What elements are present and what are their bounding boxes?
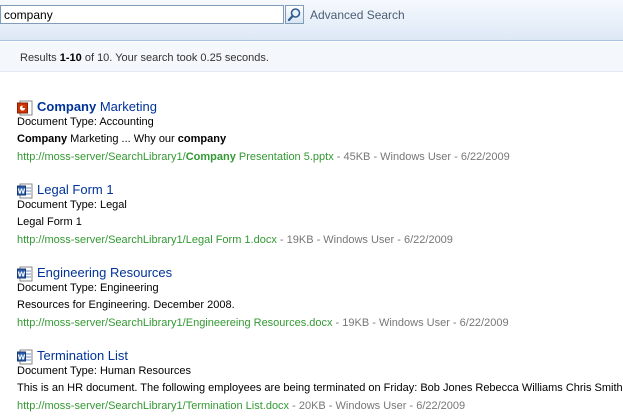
result-snippet: Resources for Engineering. December 2008… xyxy=(17,299,235,311)
result-title-link[interactable]: Legal Form 1 xyxy=(37,182,114,197)
search-result: W Termination List Document Type: Human … xyxy=(17,348,623,412)
result-snippet: Company Marketing ... Why our company xyxy=(17,133,227,145)
search-input[interactable] xyxy=(0,5,284,24)
search-result: Company Marketing Document Type: Account… xyxy=(17,99,617,163)
result-doc-type: Document Type: Human Resources xyxy=(17,365,192,377)
search-toolbar: Advanced Search xyxy=(0,0,623,41)
results-status-bar: Results 1-10 of 10. Your search took 0.2… xyxy=(0,42,623,72)
result-title-link[interactable]: Termination List xyxy=(37,348,128,363)
svg-text:W: W xyxy=(18,271,26,279)
result-doc-type: Document Type: Engineering xyxy=(17,282,159,294)
result-title-link[interactable]: Company Marketing xyxy=(37,99,157,114)
result-url-line: http://moss-server/SearchLibrary1/Legal … xyxy=(17,234,453,246)
result-meta: - 45KB - Windows User - 6/22/2009 xyxy=(333,151,510,163)
word-icon: W xyxy=(17,266,33,282)
result-url-line: http://moss-server/SearchLibrary1/Engine… xyxy=(17,317,509,329)
result-url-link[interactable]: http://moss-server/SearchLibrary1/Engine… xyxy=(17,317,333,329)
result-url-link[interactable]: http://moss-server/SearchLibrary1/Termin… xyxy=(17,400,289,412)
result-meta: - 19KB - Windows User - 6/22/2009 xyxy=(332,317,509,329)
result-meta: - 20KB - Windows User - 6/22/2009 xyxy=(289,400,466,412)
svg-text:W: W xyxy=(18,188,26,196)
result-url-line: http://moss-server/SearchLibrary1/Compan… xyxy=(17,151,510,163)
magnifier-icon xyxy=(287,8,301,22)
result-url-link[interactable]: http://moss-server/SearchLibrary1/Compan… xyxy=(17,151,334,163)
search-result: W Legal Form 1 Document Type: Legal Lega… xyxy=(17,182,617,246)
search-button[interactable] xyxy=(285,5,304,24)
powerpoint-icon xyxy=(17,100,33,116)
result-title-link[interactable]: Engineering Resources xyxy=(37,265,172,280)
results-summary: Results 1-10 of 10. Your search took 0.2… xyxy=(20,52,269,64)
result-meta: - 19KB - Windows User - 6/22/2009 xyxy=(276,234,453,246)
result-url-link[interactable]: http://moss-server/SearchLibrary1/Legal … xyxy=(17,234,277,246)
result-doc-type: Document Type: Accounting xyxy=(17,116,154,128)
word-icon: W xyxy=(17,349,33,365)
result-snippet: Legal Form 1 xyxy=(17,216,82,228)
result-url-line: http://moss-server/SearchLibrary1/Termin… xyxy=(17,400,465,412)
result-doc-type: Document Type: Legal xyxy=(17,199,127,211)
result-snippet: This is an HR document. The following em… xyxy=(17,382,623,394)
search-result: W Engineering Resources Document Type: E… xyxy=(17,265,617,329)
advanced-search-link[interactable]: Advanced Search xyxy=(310,8,405,22)
word-icon: W xyxy=(17,183,33,199)
svg-text:W: W xyxy=(18,354,26,362)
